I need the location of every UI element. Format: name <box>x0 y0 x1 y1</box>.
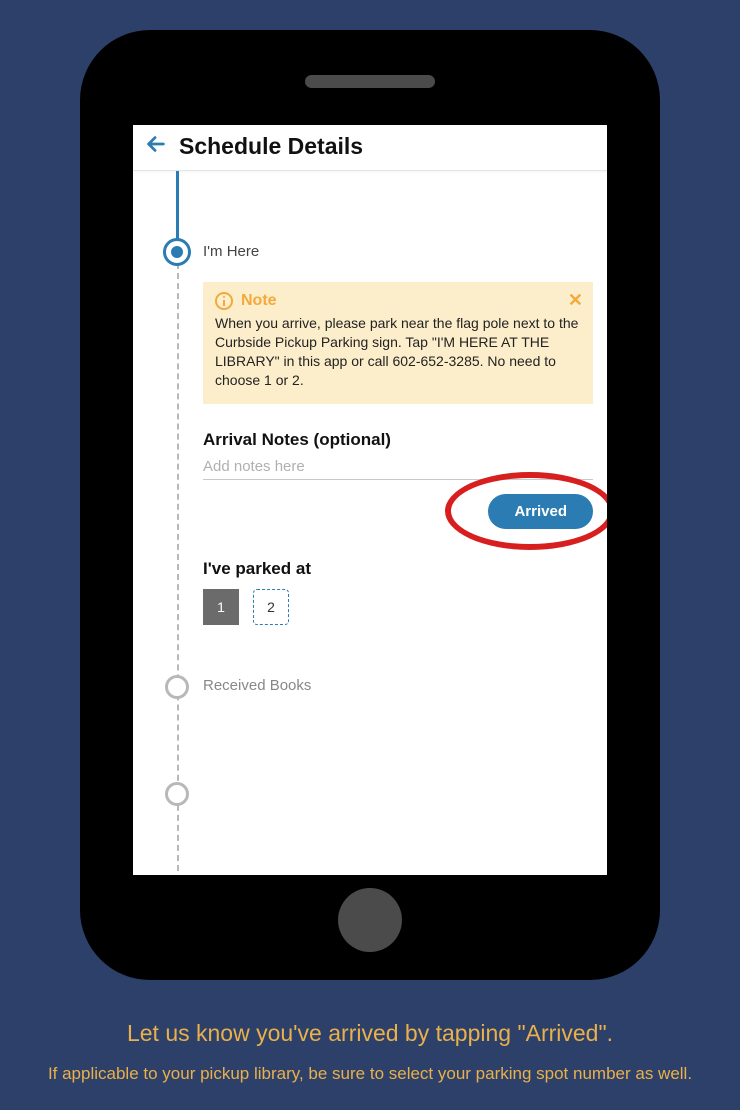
caption-main-text: Let us know you've arrived by tapping "A… <box>40 1020 700 1047</box>
instruction-caption: Let us know you've arrived by tapping "A… <box>0 1006 740 1110</box>
step-marker-active-icon <box>163 238 191 266</box>
step-im-here: I'm Here Note ✕ When you arrive, please … <box>177 171 607 625</box>
timeline: I'm Here Note ✕ When you arrive, please … <box>133 171 607 871</box>
phone-speaker <box>305 75 435 88</box>
arrival-notes-label: Arrival Notes (optional) <box>203 430 593 450</box>
note-body: When you arrive, please park near the fl… <box>215 314 581 390</box>
step-marker-pending-icon <box>165 782 189 806</box>
app-screen: Schedule Details I'm Here Note ✕ When yo… <box>133 125 607 875</box>
note-card: Note ✕ When you arrive, please park near… <box>203 282 593 404</box>
close-icon[interactable]: ✕ <box>568 290 583 311</box>
back-arrow-icon[interactable] <box>145 133 167 160</box>
info-icon <box>215 292 233 310</box>
arrived-button[interactable]: Arrived <box>488 494 593 529</box>
parking-spot-2[interactable]: 2 <box>253 589 289 625</box>
step-received-books: Received Books <box>177 675 607 694</box>
app-header: Schedule Details <box>133 125 607 171</box>
arrival-notes-input[interactable] <box>203 450 593 480</box>
phone-mockup-frame: Schedule Details I'm Here Note ✕ When yo… <box>80 30 660 980</box>
parking-spot-1[interactable]: 1 <box>203 589 239 625</box>
note-title: Note <box>241 292 277 310</box>
step-im-here-title: I'm Here <box>203 171 593 260</box>
step-received-title: Received Books <box>203 675 593 694</box>
arrived-button-row: Arrived <box>203 494 593 529</box>
note-header: Note <box>215 292 581 310</box>
caption-sub-text: If applicable to your pickup library, be… <box>40 1061 700 1087</box>
phone-home-button <box>338 888 402 952</box>
step-marker-pending-icon <box>165 675 189 699</box>
step-completed <box>177 782 607 802</box>
page-title: Schedule Details <box>179 133 363 160</box>
parked-at-label: I've parked at <box>203 559 593 579</box>
parking-spot-options: 1 2 <box>203 589 593 625</box>
